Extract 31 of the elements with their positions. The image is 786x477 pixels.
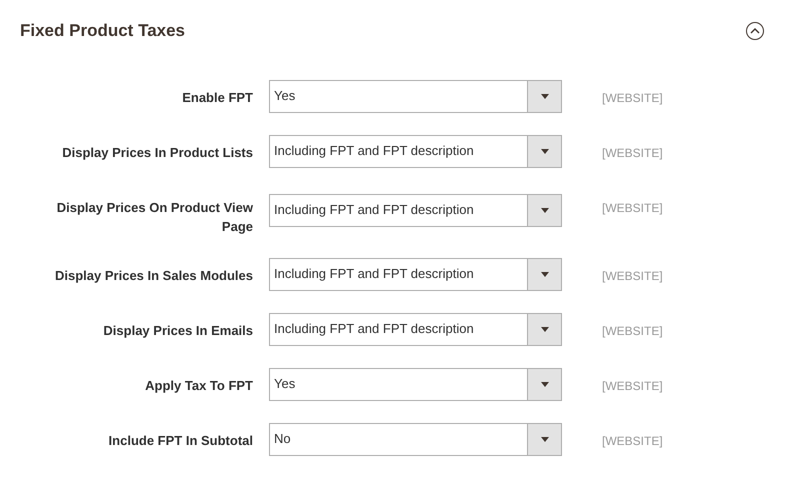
select-dropdown[interactable]: Including FPT and FPT description [269,194,562,226]
field-label: Display Prices In Product Lists [62,144,253,160]
caret-icon [540,208,548,212]
select-dropdown[interactable]: Including FPT and FPT description [269,258,562,290]
scope-label: [WEBSITE] [602,378,663,394]
caret-icon [540,148,548,154]
scope-label: [WEBSITE] [602,144,663,162]
scope-label: [WEBSITE] [602,200,663,216]
field-label: Include FPT In Subtotal [108,432,253,448]
scope-label: [WEBSITE] [602,432,663,450]
scope-label: [WEBSITE] [602,268,663,284]
scope-label: [WEBSITE] [602,322,663,340]
collapse-button[interactable] [746,22,764,40]
field-label: Display Prices In Emails [103,322,253,338]
section-title: Fixed Product Taxes [20,20,186,42]
caret-icon [540,326,548,332]
chevron-up-icon [750,28,760,34]
field-label: Display Prices In Sales Modules [55,268,253,282]
caret-icon [540,436,548,442]
field-label: Enable FPT [182,90,253,104]
caret-icon [540,94,548,98]
caret-icon [540,382,548,386]
field-label: Display Prices On Product View Page [56,200,253,234]
select-dropdown[interactable]: Yes [269,368,562,400]
select-dropdown[interactable]: No [269,422,562,456]
field-label: Apply Tax To FPT [145,378,253,392]
scope-label: [WEBSITE] [602,90,663,106]
caret-icon [540,272,548,276]
select-dropdown[interactable]: Including FPT and FPT description [269,312,562,346]
select-dropdown[interactable]: Yes [269,80,562,112]
select-dropdown[interactable]: Including FPT and FPT description [269,134,562,168]
